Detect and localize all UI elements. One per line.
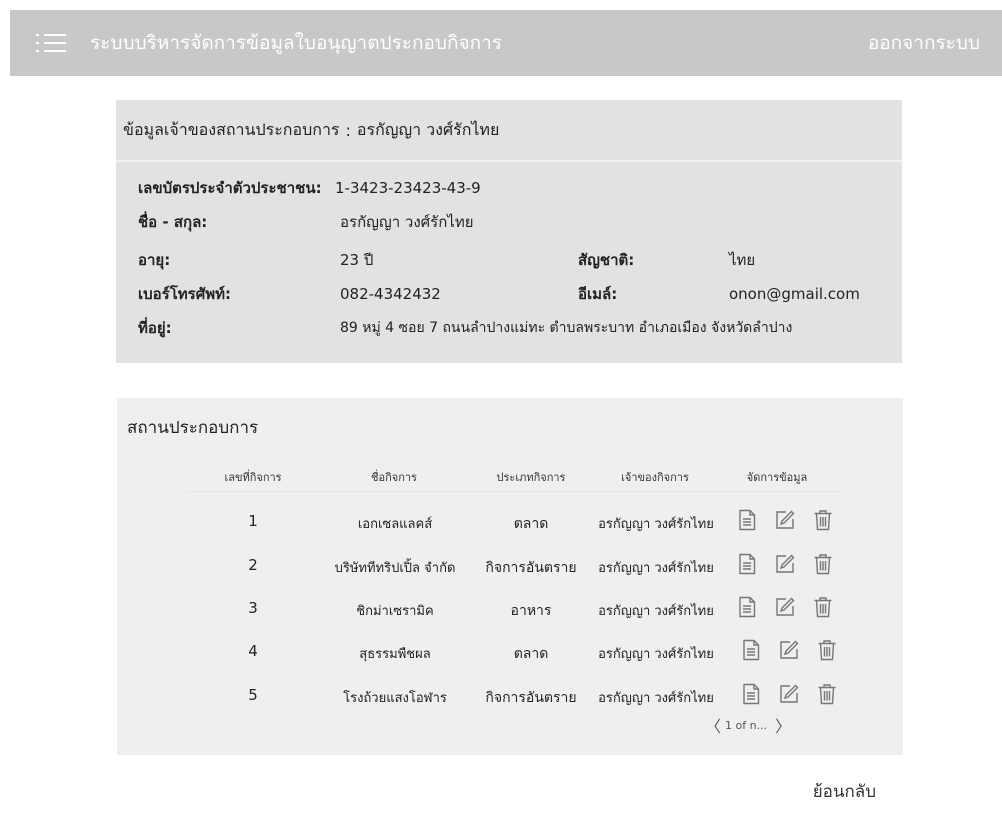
owner-header-name: อรกัญญา วงศ์รักไทย (356, 119, 500, 139)
app-title: ระบบบริหารจัดการข้อมูลใบอนุญาตประกอบกิจก… (90, 32, 503, 54)
business-section-title: สถานประกอบการ (127, 418, 259, 438)
pagination-prev-icon[interactable]: 〈 (705, 713, 721, 737)
trash-delete-icon[interactable] (813, 636, 841, 664)
business-owner-cell: อรกัญญา วงศ์รักไทย (598, 691, 714, 706)
row-actions (733, 506, 837, 534)
id-card-label: เลขบัตรประจำตัวประชาชน: (138, 179, 322, 197)
business-owner-cell: อรกัญญา วงศ์รักไทย (598, 647, 714, 662)
business-owner-cell: อรกัญญา วงศ์รักไทย (598, 604, 714, 619)
business-name-cell: ชิกม่าเซรามิค (356, 604, 434, 619)
name-label: ชื่อ - สกุล: (138, 213, 208, 231)
business-name-cell: สุธรรมพืชผล (359, 647, 431, 662)
column-header-business-name: ชื่อกิจการ (371, 471, 417, 484)
top-app-bar: ระบบบริหารจัดการข้อมูลใบอนุญาตประกอบกิจก… (10, 10, 1002, 76)
name-value: อรกัญญา วงศ์รักไทย (340, 213, 474, 231)
nationality-label: สัญชาติ: (578, 251, 635, 269)
pagination-label: 1 of n... (725, 718, 768, 732)
edit-pencil-icon[interactable] (771, 593, 799, 621)
business-panel: สถานประกอบการ เลขที่กิจการ ชื่อกิจการ ปร… (117, 398, 903, 755)
column-header-business-type: ประเภทกิจการ (496, 471, 566, 484)
owner-header-separator: : (345, 120, 351, 140)
phone-label: เบอร์โทรศัพท์: (138, 285, 232, 303)
back-button[interactable]: ย้อนกลับ (813, 778, 876, 805)
trash-delete-icon[interactable] (813, 680, 841, 708)
business-owner-cell: อรกัญญา วงศ์รักไทย (598, 561, 714, 576)
table-row: 2 บริษัททีทริปเปิ้ล จำกัด กิจการอันตราย อรก… (187, 546, 839, 590)
row-actions (737, 680, 841, 708)
email-value: onon@gmail.com (729, 285, 860, 303)
table-row: 4 สุธรรมพืชผล ตลาด อรกัญญา วงศ์รักไทย (187, 632, 839, 676)
business-no-cell: 3 (248, 599, 258, 617)
row-actions (733, 593, 837, 621)
document-view-icon[interactable] (733, 550, 761, 578)
id-card-value: 1-3423-23423-43-9 (335, 179, 481, 197)
table-row: 3 ชิกม่าเซรามิค อาหาร อรกัญญา วงศ์รักไทย (187, 589, 839, 633)
document-view-icon[interactable] (737, 636, 765, 664)
edit-pencil-icon[interactable] (771, 550, 799, 578)
phone-value: 082-4342432 (340, 285, 441, 303)
address-value: 89 หมู่ 4 ซอย 7 ถนนลำปางแม่ทะ ตำบลพระบาท… (340, 320, 793, 336)
business-no-cell: 4 (248, 642, 258, 660)
pagination-next-icon[interactable]: 〉 (775, 713, 791, 737)
business-type-cell: กิจการอันตราย (485, 690, 577, 706)
address-label: ที่อยู่: (138, 319, 172, 337)
document-view-icon[interactable] (733, 593, 761, 621)
business-name-cell: โรงถ้วยแสงโอฬาร (343, 691, 447, 706)
logout-button[interactable]: ออกจากระบบ (868, 28, 980, 58)
business-no-cell: 5 (248, 686, 258, 704)
document-view-icon[interactable] (737, 680, 765, 708)
age-label: อายุ: (138, 251, 171, 269)
business-type-cell: ตลาด (513, 516, 549, 532)
owner-info-panel: ข้อมูลเจ้าของสถานประกอบการ : อรกัญญา วงศ… (116, 100, 902, 363)
table-row: 1 เอกเซลแลคส์ ตลาด อรกัญญา วงศ์รักไทย (187, 502, 839, 546)
owner-header-label: ข้อมูลเจ้าของสถานประกอบการ (123, 119, 340, 139)
business-no-cell: 2 (248, 556, 258, 574)
table-header: เลขที่กิจการ ชื่อกิจการ ประเภทกิจการ เจ้… (187, 458, 839, 492)
business-owner-cell: อรกัญญา วงศ์รักไทย (598, 517, 714, 532)
menu-list-icon[interactable] (36, 31, 66, 55)
business-name-cell: เอกเซลแลคส์ (357, 517, 433, 532)
owner-panel-header: ข้อมูลเจ้าของสถานประกอบการ : อรกัญญา วงศ… (116, 100, 902, 162)
column-header-manage: จัดการข้อมูล (746, 471, 808, 484)
nationality-value: ไทย (729, 251, 756, 269)
column-header-business-no: เลขที่กิจการ (224, 471, 282, 484)
email-label: อีเมล์: (578, 285, 618, 303)
business-name-cell: บริษัททีทริปเปิ้ล จำกัด (334, 561, 456, 576)
trash-delete-icon[interactable] (809, 593, 837, 621)
business-type-cell: ตลาด (513, 646, 549, 662)
age-value: 23 ปี (340, 251, 374, 269)
document-view-icon[interactable] (733, 506, 761, 534)
trash-delete-icon[interactable] (809, 550, 837, 578)
business-no-cell: 1 (248, 512, 258, 530)
business-type-cell: อาหาร (510, 603, 552, 619)
edit-pencil-icon[interactable] (771, 506, 799, 534)
edit-pencil-icon[interactable] (775, 636, 803, 664)
trash-delete-icon[interactable] (809, 506, 837, 534)
row-actions (737, 636, 841, 664)
pagination: 〈 1 of n... 〉 (705, 713, 791, 737)
business-type-cell: กิจการอันตราย (485, 560, 577, 576)
edit-pencil-icon[interactable] (775, 680, 803, 708)
column-header-business-owner: เจ้าของกิจการ (621, 471, 689, 484)
row-actions (733, 550, 837, 578)
